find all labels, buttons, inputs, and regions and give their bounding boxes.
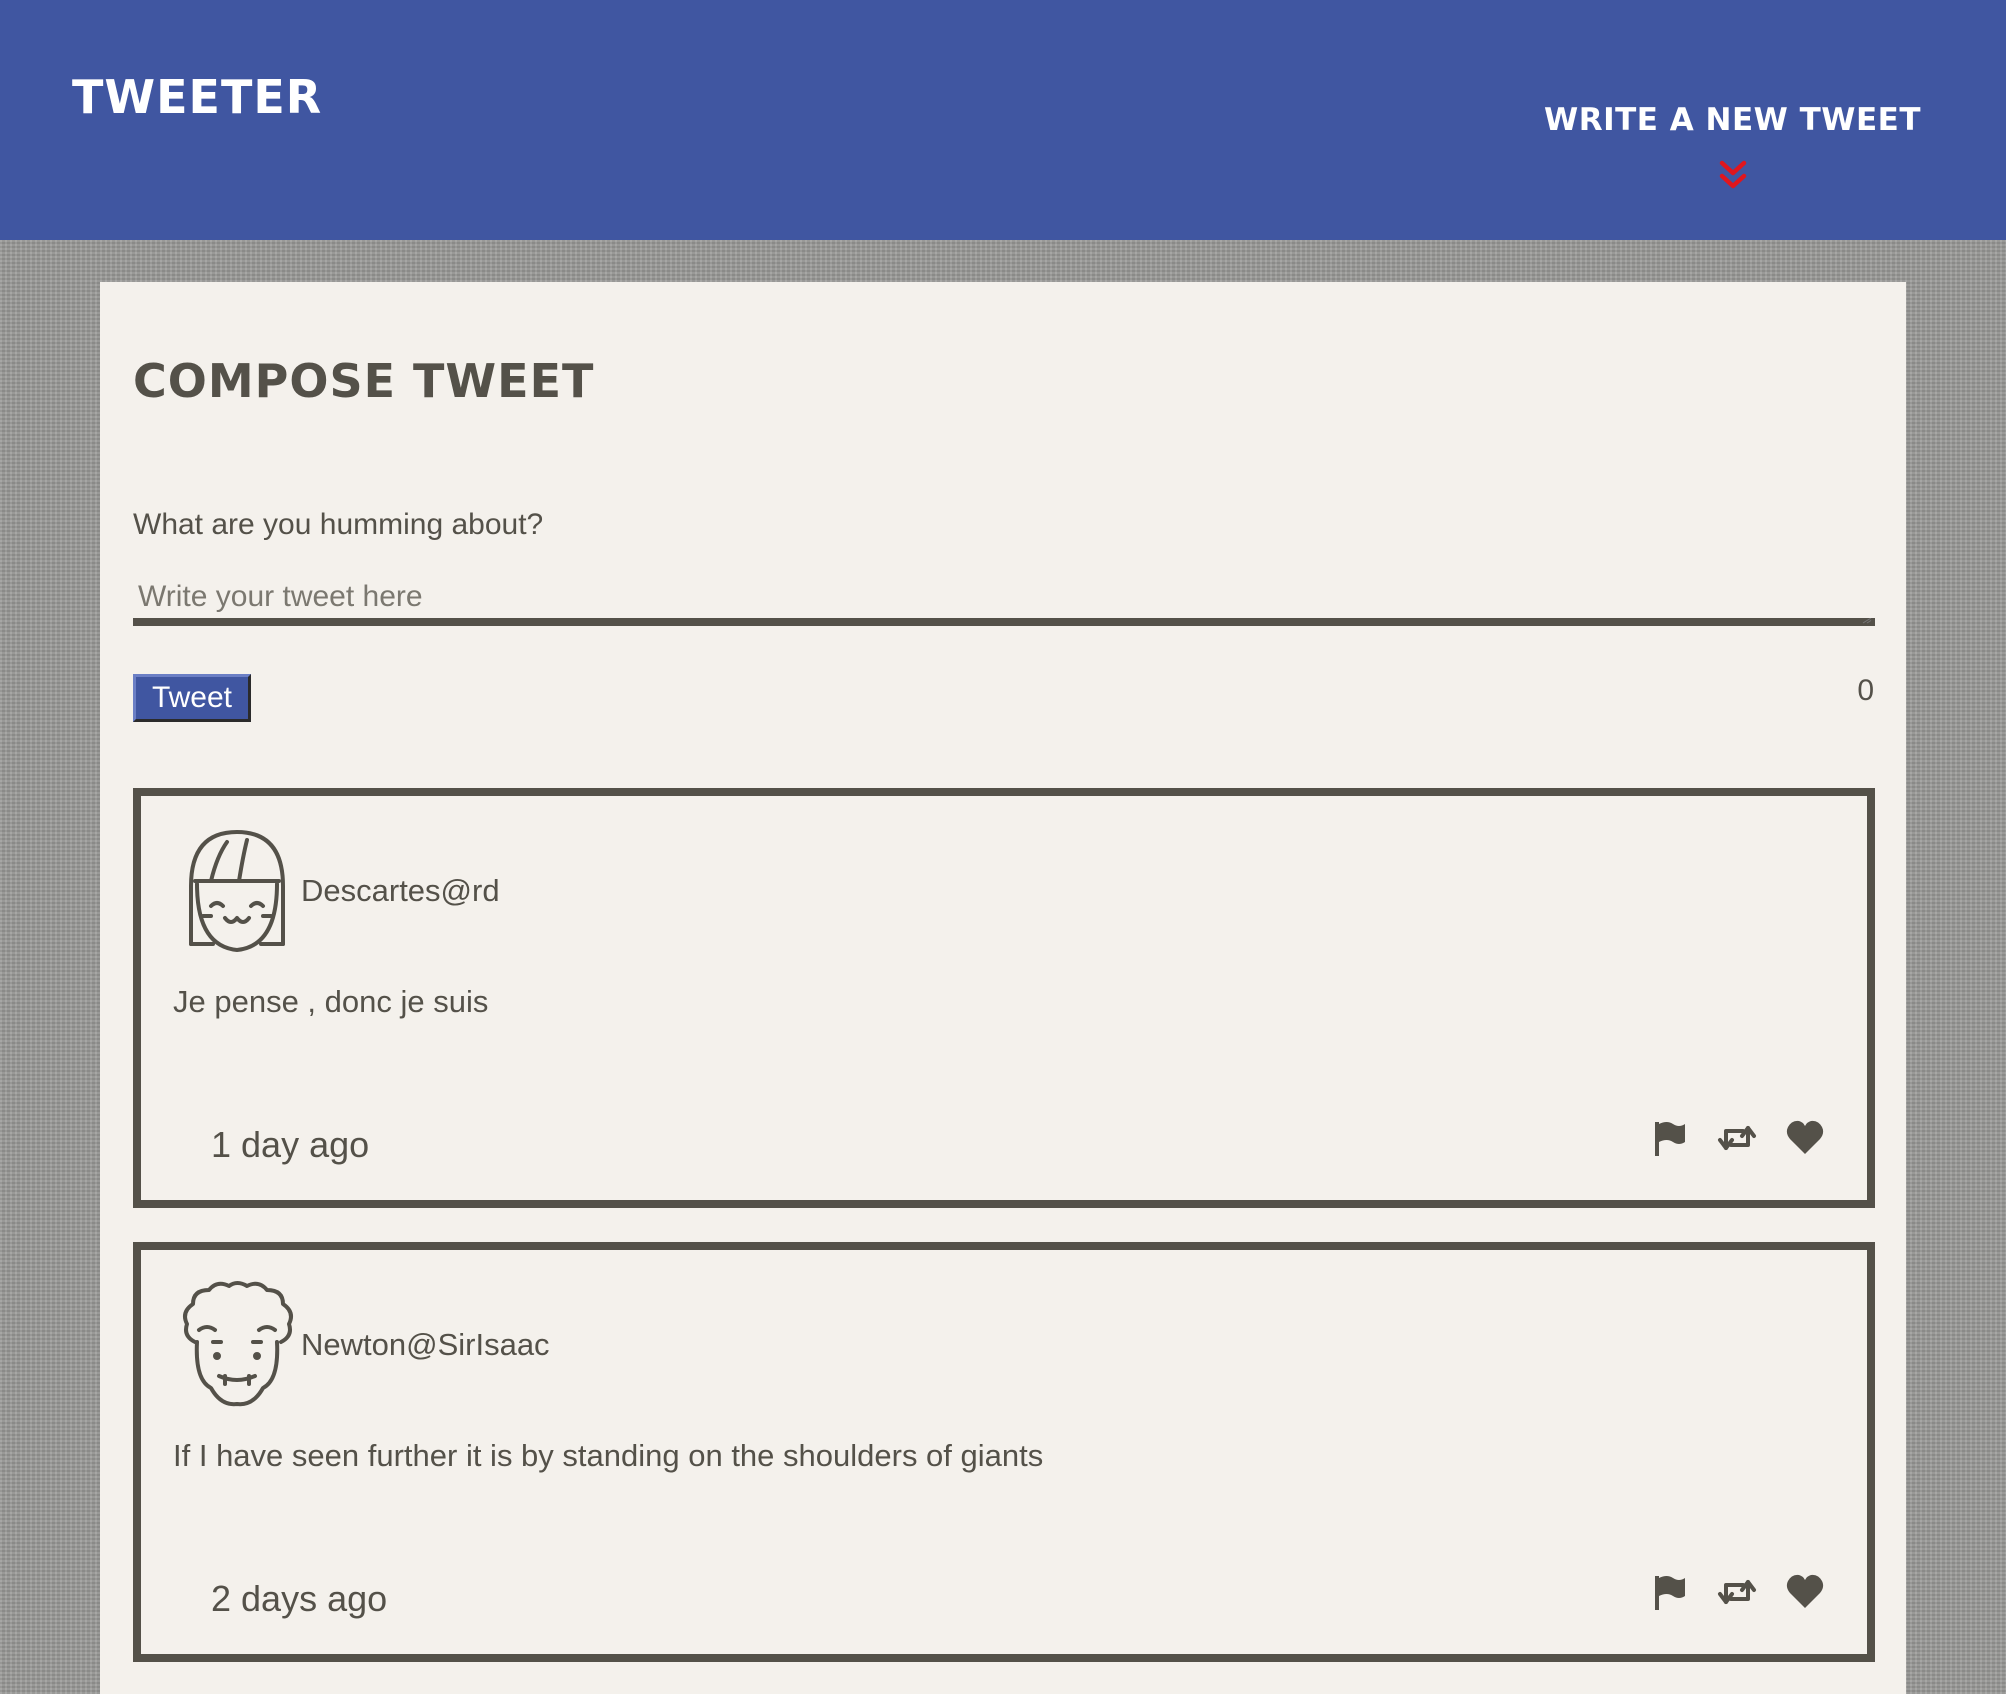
avatar-girl-icon [189, 830, 285, 952]
main-container: COMPOSE TWEET What are you humming about… [100, 282, 1906, 1694]
heart-icon[interactable] [1785, 1572, 1825, 1612]
compose-title: COMPOSE TWEET [133, 354, 595, 408]
heart-icon[interactable] [1785, 1118, 1825, 1158]
tweet-input[interactable] [133, 580, 1875, 626]
tweet-card: Descartes@rd Je pense , donc je suis 1 d… [133, 788, 1875, 1208]
write-new-tweet-label: WRITE A NEW TWEET [1544, 102, 1921, 138]
double-chevron-down-icon[interactable] [1719, 160, 1747, 192]
tweet-actions [1649, 1118, 1825, 1158]
flag-icon[interactable] [1649, 1572, 1689, 1612]
avatar-curly-hair-icon [183, 1281, 293, 1407]
retweet-icon[interactable] [1717, 1572, 1757, 1612]
navbar: TWEETER WRITE A NEW TWEET [0, 0, 2006, 240]
tweet-handle[interactable]: Descartes@rd [301, 873, 500, 909]
brand-logo[interactable]: TWEETER [72, 70, 322, 124]
tweet-content: Je pense , donc je suis [173, 984, 489, 1019]
resize-grip-icon[interactable] [1862, 618, 1872, 624]
tweet-handle[interactable]: Newton@SirIsaac [301, 1327, 550, 1363]
tweet-content: If I have seen further it is by standing… [173, 1438, 1044, 1473]
retweet-icon[interactable] [1717, 1118, 1757, 1158]
tweet-actions [1649, 1572, 1825, 1612]
tweet-timestamp: 2 days ago [211, 1578, 388, 1619]
character-counter: 0 [1857, 674, 1874, 707]
flag-icon[interactable] [1649, 1118, 1689, 1158]
compose-label: What are you humming about? [133, 508, 544, 541]
write-new-tweet-button[interactable]: WRITE A NEW TWEET [1520, 102, 1945, 192]
tweet-submit-button[interactable]: Tweet [133, 674, 251, 722]
tweet-timestamp: 1 day ago [211, 1124, 370, 1165]
tweet-card: Newton@SirIsaac If I have seen further i… [133, 1242, 1875, 1662]
